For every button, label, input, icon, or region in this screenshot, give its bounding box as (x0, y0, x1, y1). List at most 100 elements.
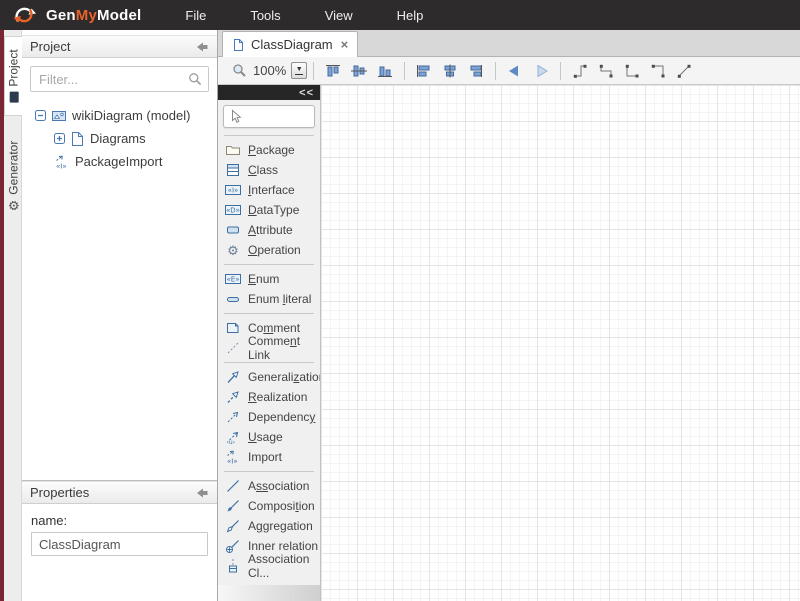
menu-view[interactable]: View (303, 8, 375, 23)
genmymodel-logo[interactable]: GenMyModel (0, 5, 151, 25)
align-middle-button[interactable] (346, 60, 372, 82)
tree-label: wikiDiagram (model) (72, 108, 190, 123)
palette-collapse-button[interactable]: << (299, 87, 314, 99)
palette-separator (224, 313, 314, 314)
tool-palette: << Package Class «I» (218, 85, 321, 601)
editor-toolbar: 100% ▼ (218, 57, 800, 85)
name-field-input[interactable] (31, 532, 208, 556)
tree-row-model[interactable]: wikiDiagram (model) (35, 104, 217, 127)
collapse-toggle-icon[interactable] (35, 110, 46, 121)
connector-straight-button[interactable] (671, 60, 697, 82)
palette-item-realization[interactable]: Realization (218, 387, 320, 407)
side-tab-generator[interactable]: ⚙ Generator (4, 130, 22, 222)
palette-separator (224, 264, 314, 265)
properties-panel: Properties name: (22, 480, 217, 601)
import-icon: «I» (225, 449, 241, 465)
inner-relation-icon (225, 538, 241, 554)
interface-icon: «I» (225, 182, 241, 198)
align-center-button[interactable] (437, 60, 463, 82)
logo-text: GenMyModel (46, 7, 141, 24)
model-icon (51, 108, 67, 124)
cursor-arrow-icon (229, 109, 242, 124)
diagram-canvas[interactable] (321, 85, 800, 601)
editor-area: ClassDiagram × 100% ▼ (218, 30, 800, 601)
palette-item-dependency[interactable]: Dependency (218, 407, 320, 427)
palette-item-aggregation[interactable]: Aggregation (218, 516, 320, 536)
palette-item-package[interactable]: Package (218, 140, 320, 160)
svg-text:«D»: «D» (226, 207, 240, 215)
package-import-icon: «I» (54, 154, 70, 170)
palette-item-datatype[interactable]: «D» DataType (218, 200, 320, 220)
menu-file[interactable]: File (163, 8, 228, 23)
align-bottom-button[interactable] (372, 60, 398, 82)
palette-item-generalization[interactable]: Generalization (218, 367, 320, 387)
class-icon (225, 162, 241, 178)
diagram-file-icon (232, 38, 245, 52)
align-right-button[interactable] (463, 60, 489, 82)
svg-text:‹u›: ‹u› (227, 439, 236, 445)
selection-tool-button[interactable] (223, 105, 315, 128)
palette-item-comment-link[interactable]: Comment Link (218, 338, 320, 358)
aggregation-icon (225, 518, 241, 534)
usage-icon: ‹u› (225, 429, 241, 445)
palette-item-operation[interactable]: ⚙ Operation (218, 240, 320, 260)
association-class-icon (225, 558, 241, 574)
connector-corner-down-button[interactable] (645, 60, 671, 82)
zoom-dropdown-button[interactable]: ▼ (291, 62, 307, 79)
tree-row-package-import[interactable]: «I» PackageImport (54, 150, 217, 173)
palette-item-import[interactable]: «I» Import (218, 447, 320, 467)
dependency-icon (225, 409, 241, 425)
palette-item-enum-literal[interactable]: Enum literal (218, 289, 320, 309)
package-icon (225, 142, 241, 158)
palette-separator (224, 471, 314, 472)
palette-item-interface[interactable]: «I» Interface (218, 180, 320, 200)
top-bar: GenMyModel File Tools View Help (0, 0, 800, 30)
palette-item-class[interactable]: Class (218, 160, 320, 180)
palette-item-usage[interactable]: ‹u› Usage (218, 427, 320, 447)
palette-item-attribute[interactable]: Attribute (218, 220, 320, 240)
connector-step-up-button[interactable] (567, 60, 593, 82)
left-panel: Project wikiDiag (22, 30, 218, 601)
enum-literal-icon (225, 291, 241, 307)
side-tab-project[interactable]: Project (4, 36, 23, 116)
palette-header: << (218, 85, 320, 100)
collapse-panel-arrow-icon[interactable] (195, 486, 209, 500)
palette-separator (224, 135, 314, 136)
diagram-file-icon (70, 131, 85, 147)
tab-classdiagram[interactable]: ClassDiagram × (222, 31, 358, 57)
align-left-button[interactable] (411, 60, 437, 82)
menu-help[interactable]: Help (375, 8, 446, 23)
close-tab-icon[interactable]: × (341, 37, 349, 52)
tree-label: Diagrams (90, 131, 146, 146)
zoom-level-value: 100% (253, 63, 286, 78)
comment-icon (225, 320, 241, 336)
generalization-icon (225, 369, 241, 385)
palette-bottom-fade (218, 585, 320, 601)
menu-tools[interactable]: Tools (228, 8, 302, 23)
zoom-magnifier-icon (230, 60, 248, 82)
project-tree: wikiDiagram (model) Diagrams «I» Package (22, 96, 217, 173)
tree-row-diagrams[interactable]: Diagrams (54, 127, 217, 150)
palette-separator (224, 362, 314, 363)
connector-step-down-button[interactable] (593, 60, 619, 82)
expand-toggle-icon[interactable] (54, 133, 65, 144)
name-field-label: name: (31, 513, 208, 528)
palette-item-association-class[interactable]: Association Cl... (218, 556, 320, 576)
align-top-button[interactable] (320, 60, 346, 82)
palette-item-composition[interactable]: Composition (218, 496, 320, 516)
palette-item-association[interactable]: Association (218, 476, 320, 496)
comment-link-icon (225, 340, 241, 356)
filter-input[interactable] (30, 66, 209, 92)
composition-icon (225, 498, 241, 514)
operation-gear-icon: ⚙ (225, 242, 241, 258)
attribute-icon (225, 222, 241, 238)
svg-text:«I»: «I» (227, 458, 238, 466)
collapse-panel-arrow-icon[interactable] (195, 40, 209, 54)
realization-icon (225, 389, 241, 405)
palette-item-enum[interactable]: «E» Enum (218, 269, 320, 289)
flip-right-button[interactable] (528, 60, 554, 82)
connector-corner-button[interactable] (619, 60, 645, 82)
svg-text:«I»: «I» (56, 162, 67, 170)
flip-left-button[interactable] (502, 60, 528, 82)
tree-label: PackageImport (75, 154, 162, 169)
